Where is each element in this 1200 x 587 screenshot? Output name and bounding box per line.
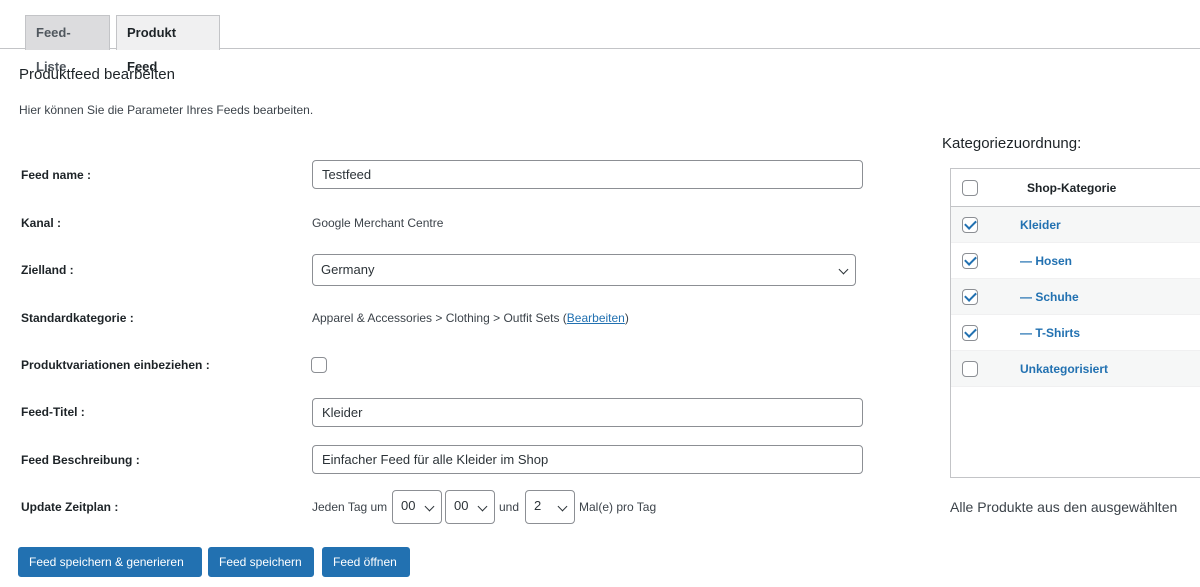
zeitplan-suffix: Mal(e) pro Tag <box>579 500 657 514</box>
category-row: — Schuhe <box>951 279 1200 315</box>
hour-value: 00 <box>401 498 416 513</box>
category-link[interactable]: — T-Shirts <box>1020 326 1080 340</box>
zielland-label: Zielland : <box>21 263 74 277</box>
zielland-select[interactable]: Germany <box>312 254 856 286</box>
feed-name-label: Feed name : <box>21 168 92 182</box>
category-note: Alle Produkte aus den ausgewählten <box>950 499 1178 515</box>
tab-feed-liste[interactable]: Feed-Liste <box>25 15 110 74</box>
standardkategorie-suffix: ) <box>624 311 629 325</box>
zielland-selected-value: Germany <box>321 262 375 277</box>
tab-produkt-feed[interactable]: Produkt Feed <box>116 15 220 74</box>
feed-beschreibung-label: Feed Beschreibung : <box>21 453 140 467</box>
page-title: Produktfeed bearbeiten <box>19 66 175 83</box>
save-generate-button[interactable]: Feed speichern & generieren <box>18 547 202 577</box>
standardkategorie-value: Apparel & Accessories > Clothing > Outfi… <box>312 311 629 325</box>
feed-name-input[interactable]: Testfeed <box>312 160 863 189</box>
select-all-checkbox[interactable] <box>962 180 978 196</box>
shop-kategorie-header: Shop-Kategorie <box>1027 181 1117 195</box>
feed-titel-input[interactable]: Kleider <box>312 398 863 427</box>
category-checkbox[interactable] <box>962 253 978 269</box>
standardkategorie-path: Apparel & Accessories > Clothing > Outfi… <box>312 311 567 325</box>
zeitplan-und: und <box>499 500 520 514</box>
category-row: Unkategorisiert <box>951 351 1200 387</box>
count-select[interactable]: 2 <box>525 490 575 524</box>
category-link[interactable]: — Hosen <box>1020 254 1072 268</box>
bearbeiten-link[interactable]: Bearbeiten <box>567 311 625 325</box>
category-row: — T-Shirts <box>951 315 1200 351</box>
update-zeitplan-label: Update Zeitplan : <box>21 500 119 514</box>
category-checkbox[interactable] <box>962 361 978 377</box>
page-description: Hier können Sie die Parameter Ihres Feed… <box>19 103 314 117</box>
minute-select[interactable]: 00 <box>445 490 495 524</box>
chevron-down-icon <box>477 501 488 512</box>
category-row: Kleider <box>951 207 1200 243</box>
chevron-down-icon <box>557 501 568 512</box>
zeitplan-prefix: Jeden Tag um <box>312 500 388 514</box>
feed-titel-label: Feed-Titel : <box>21 405 85 419</box>
category-row: — Hosen <box>951 243 1200 279</box>
open-feed-button[interactable]: Feed öffnen <box>322 547 410 577</box>
category-link[interactable]: Kleider <box>1020 218 1061 232</box>
chevron-down-icon <box>838 264 849 275</box>
category-checkbox[interactable] <box>962 217 978 233</box>
category-table-header: Shop-Kategorie <box>951 169 1200 207</box>
category-link[interactable]: — Schuhe <box>1020 290 1079 304</box>
count-value: 2 <box>534 498 542 513</box>
hour-select[interactable]: 00 <box>392 490 442 524</box>
minute-value: 00 <box>454 498 469 513</box>
tab-bar: Feed-Liste Produkt Feed <box>0 0 1200 74</box>
save-button[interactable]: Feed speichern <box>208 547 314 577</box>
produktvariationen-label: Produktvariationen einbeziehen : <box>21 358 210 372</box>
kanal-value: Google Merchant Centre <box>312 216 444 230</box>
produktvariationen-checkbox[interactable] <box>311 357 327 373</box>
chevron-down-icon <box>424 501 435 512</box>
kanal-label: Kanal : <box>21 216 62 230</box>
category-checkbox[interactable] <box>962 289 978 305</box>
standardkategorie-label: Standardkategorie : <box>21 311 134 325</box>
feed-beschreibung-input[interactable]: Einfacher Feed für alle Kleider im Shop <box>312 445 863 474</box>
category-mapping-title: Kategoriezuordnung: <box>942 135 1082 152</box>
category-link[interactable]: Unkategorisiert <box>1020 362 1108 376</box>
category-table: Shop-Kategorie Kleider — Hosen — Schuhe … <box>950 168 1200 478</box>
category-checkbox[interactable] <box>962 325 978 341</box>
